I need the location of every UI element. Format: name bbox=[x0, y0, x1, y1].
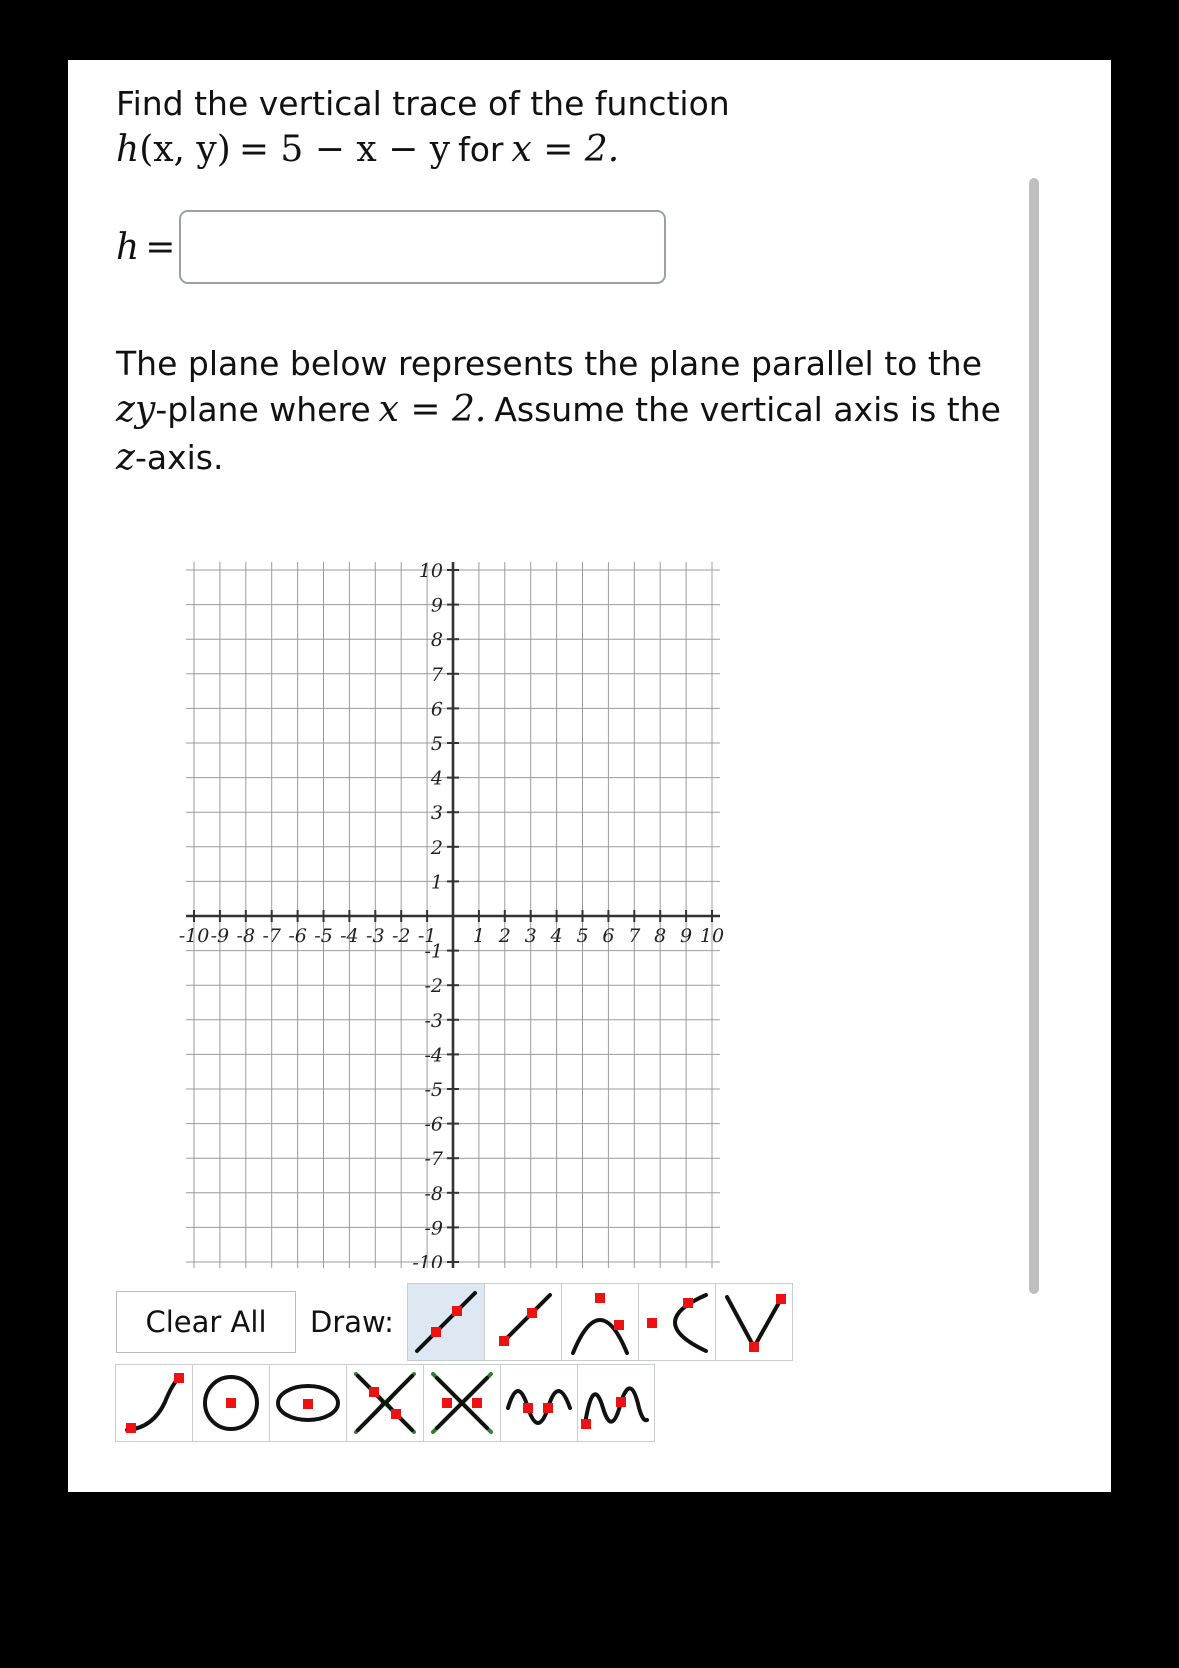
plane-description-line-2b: Assume the vertical axis is the bbox=[494, 389, 1001, 429]
svg-text:-5: -5 bbox=[424, 1079, 443, 1101]
svg-text:-2: -2 bbox=[424, 975, 443, 997]
hyperbola-vertical-tool[interactable] bbox=[346, 1364, 424, 1442]
svg-text:5: 5 bbox=[431, 733, 443, 755]
question-prompt: Find the vertical trace of the function … bbox=[116, 82, 1016, 174]
svg-text:-9: -9 bbox=[211, 925, 230, 947]
tool-palette-row-1 bbox=[406, 1283, 793, 1361]
svg-text:-8: -8 bbox=[237, 925, 256, 947]
svg-text:3: 3 bbox=[525, 925, 537, 947]
absolute-value-tool[interactable] bbox=[714, 1283, 793, 1361]
svg-text:7: 7 bbox=[628, 925, 641, 947]
svg-text:-4: -4 bbox=[340, 925, 359, 947]
answer-equals-sign: = bbox=[145, 226, 176, 268]
svg-text:-2: -2 bbox=[392, 925, 411, 947]
vertical-scrollbar[interactable] bbox=[1029, 178, 1039, 1294]
svg-text:-10: -10 bbox=[179, 925, 210, 947]
formula-condition: x = 2. bbox=[511, 128, 620, 170]
ellipse-tool[interactable] bbox=[269, 1364, 347, 1442]
graph-canvas[interactable]: -10 -9 -8 -7 -6 -5 -4 -3 -2 -1 1 2 3 4 5 6 7 8 9 10 10 9 8 7 6 5 4… bbox=[116, 516, 916, 1268]
svg-text:-3: -3 bbox=[424, 1010, 443, 1032]
answer-input[interactable] bbox=[179, 210, 667, 284]
tool-palette-row-2 bbox=[115, 1364, 655, 1442]
svg-text:-5: -5 bbox=[314, 925, 333, 947]
svg-text:2: 2 bbox=[498, 925, 511, 947]
ray-tool[interactable] bbox=[483, 1283, 562, 1361]
svg-text:2: 2 bbox=[430, 837, 443, 859]
graph-background bbox=[116, 516, 916, 1268]
svg-text:-4: -4 bbox=[424, 1044, 443, 1066]
svg-text:-9: -9 bbox=[424, 1217, 443, 1239]
formula-args: (x, y) bbox=[139, 128, 231, 170]
plane-description-line-3: -axis. bbox=[134, 437, 224, 477]
formula-for-word: for bbox=[458, 129, 504, 169]
svg-text:10: 10 bbox=[700, 925, 724, 947]
formula-equation: = 5 − x − y bbox=[238, 128, 451, 170]
svg-text:6: 6 bbox=[602, 925, 614, 947]
draw-toolbar-row-1: Clear All Draw: bbox=[116, 1282, 793, 1362]
svg-text:9: 9 bbox=[680, 925, 692, 947]
svg-text:-7: -7 bbox=[424, 1148, 443, 1170]
svg-text:1: 1 bbox=[431, 871, 443, 893]
svg-text:5: 5 bbox=[576, 925, 588, 947]
clear-all-button[interactable]: Clear All bbox=[116, 1291, 296, 1353]
svg-text:4: 4 bbox=[430, 768, 443, 790]
answer-row: h = bbox=[116, 210, 667, 284]
svg-text:8: 8 bbox=[654, 925, 666, 947]
svg-text:3: 3 bbox=[431, 802, 443, 824]
plane-condition: x = 2. bbox=[378, 388, 487, 430]
svg-text:4: 4 bbox=[550, 925, 563, 947]
svg-text:-10: -10 bbox=[412, 1252, 443, 1268]
formula-h: h bbox=[116, 128, 140, 170]
svg-text:6: 6 bbox=[431, 698, 443, 720]
svg-text:-3: -3 bbox=[366, 925, 385, 947]
cosine-tool[interactable] bbox=[577, 1364, 655, 1442]
draw-label: Draw: bbox=[310, 1305, 394, 1339]
exponential-tool[interactable] bbox=[115, 1364, 193, 1442]
circle-tool[interactable] bbox=[192, 1364, 270, 1442]
svg-text:-6: -6 bbox=[424, 1114, 443, 1136]
svg-text:7: 7 bbox=[431, 664, 444, 686]
svg-text:-7: -7 bbox=[262, 925, 281, 947]
plane-description: The plane below represents the plane par… bbox=[116, 342, 1016, 482]
svg-text:-6: -6 bbox=[288, 925, 307, 947]
question-page: Find the vertical trace of the function … bbox=[68, 60, 1111, 1492]
z-axis-var: z bbox=[116, 436, 135, 478]
parabola-vertical-tool[interactable] bbox=[560, 1283, 639, 1361]
hyperbola-horizontal-tool[interactable] bbox=[423, 1364, 501, 1442]
parabola-horizontal-tool[interactable] bbox=[637, 1283, 716, 1361]
svg-text:-8: -8 bbox=[424, 1183, 443, 1205]
svg-text:9: 9 bbox=[431, 595, 443, 617]
answer-label-h: h bbox=[116, 226, 140, 268]
plane-description-line-2a: -plane where bbox=[155, 389, 371, 429]
svg-text:1: 1 bbox=[473, 925, 485, 947]
svg-text:-1: -1 bbox=[424, 941, 443, 963]
plane-description-line-1: The plane below represents the plane par… bbox=[116, 344, 982, 383]
svg-text:8: 8 bbox=[431, 629, 443, 651]
line-tool[interactable] bbox=[406, 1283, 485, 1361]
question-line-1: Find the vertical trace of the function bbox=[116, 84, 730, 123]
coordinate-grid[interactable]: -10 -9 -8 -7 -6 -5 -4 -3 -2 -1 1 2 3 4 5 6 7 8 9 1010987654… bbox=[116, 516, 916, 1268]
svg-text:10: 10 bbox=[419, 560, 443, 582]
sine-tool[interactable] bbox=[500, 1364, 578, 1442]
zy-plane-var: zy bbox=[116, 388, 156, 430]
